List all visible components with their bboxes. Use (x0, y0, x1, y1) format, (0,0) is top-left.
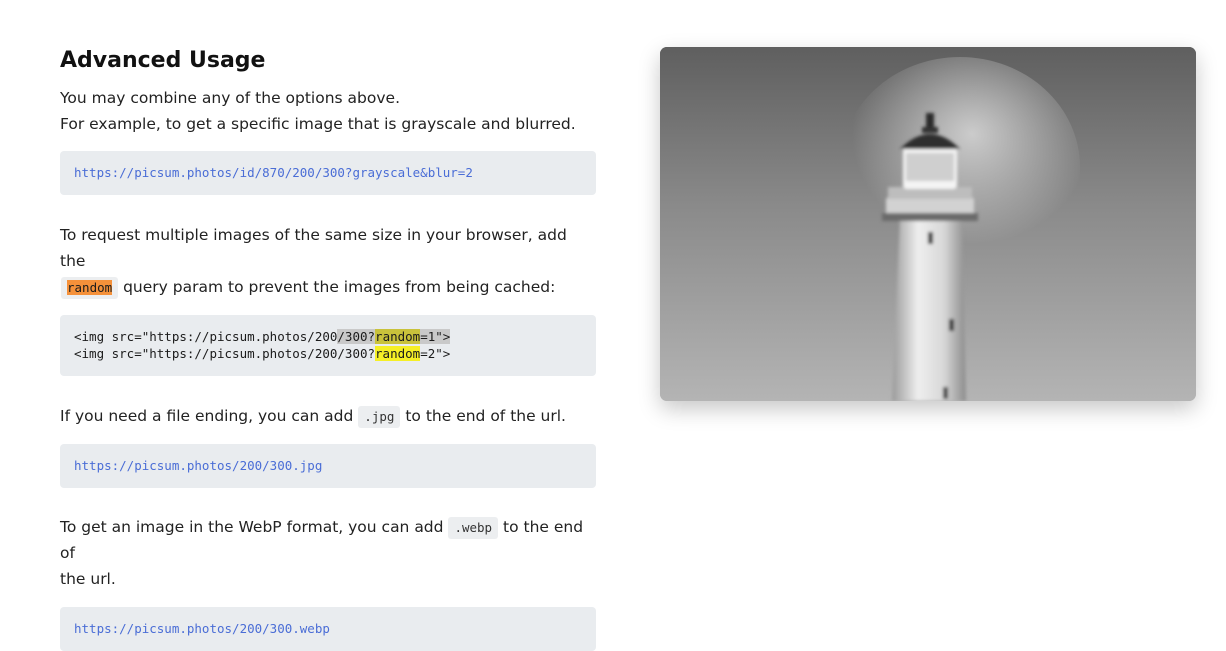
lighthouse-illustration (660, 47, 1196, 401)
random-code-line-1: <img src="https://picsum.photos/200/300?… (74, 329, 451, 344)
random-inline-code-text: random (67, 280, 113, 295)
random-example-code[interactable]: <img src="https://picsum.photos/200/300?… (60, 315, 596, 376)
random-text-before: To request multiple images of the same s… (60, 226, 567, 270)
random-text-after: query param to prevent the images from b… (123, 278, 556, 296)
random-param-text: To request multiple images of the same s… (60, 222, 596, 300)
webp-url-code[interactable]: https://picsum.photos/200/300.webp (60, 607, 596, 651)
jpg-inline-code: .jpg (358, 406, 401, 428)
webp-text-before: To get an image in the WebP format, you … (60, 518, 444, 536)
intro-line-2: For example, to get a specific image tha… (60, 115, 576, 133)
random-param-highlight-2: random (375, 346, 421, 361)
section-title: Advanced Usage (60, 48, 266, 73)
jpg-text-before: If you need a file ending, you can add (60, 407, 354, 425)
webp-text-after-2: the url. (60, 570, 116, 588)
combined-url-code[interactable]: https://picsum.photos/id/870/200/300?gra… (60, 151, 596, 195)
webp-text: To get an image in the WebP format, you … (60, 514, 596, 592)
lighthouse-preview-image (660, 47, 1196, 401)
intro-text: You may combine any of the options above… (60, 85, 596, 137)
random-param-highlight-1: random (375, 329, 421, 344)
jpg-text-after: to the end of the url. (405, 407, 566, 425)
jpg-url-code[interactable]: https://picsum.photos/200/300.jpg (60, 444, 596, 488)
advanced-usage-section: Advanced Usage You may combine any of th… (60, 44, 596, 651)
random-code-line-2: <img src="https://picsum.photos/200/300?… (74, 346, 451, 361)
random-inline-code: random (61, 277, 119, 299)
webp-inline-code: .webp (448, 517, 499, 539)
jpg-text: If you need a file ending, you can add .… (60, 403, 596, 429)
intro-line-1: You may combine any of the options above… (60, 89, 401, 107)
selection-highlight: /300? (337, 329, 376, 344)
